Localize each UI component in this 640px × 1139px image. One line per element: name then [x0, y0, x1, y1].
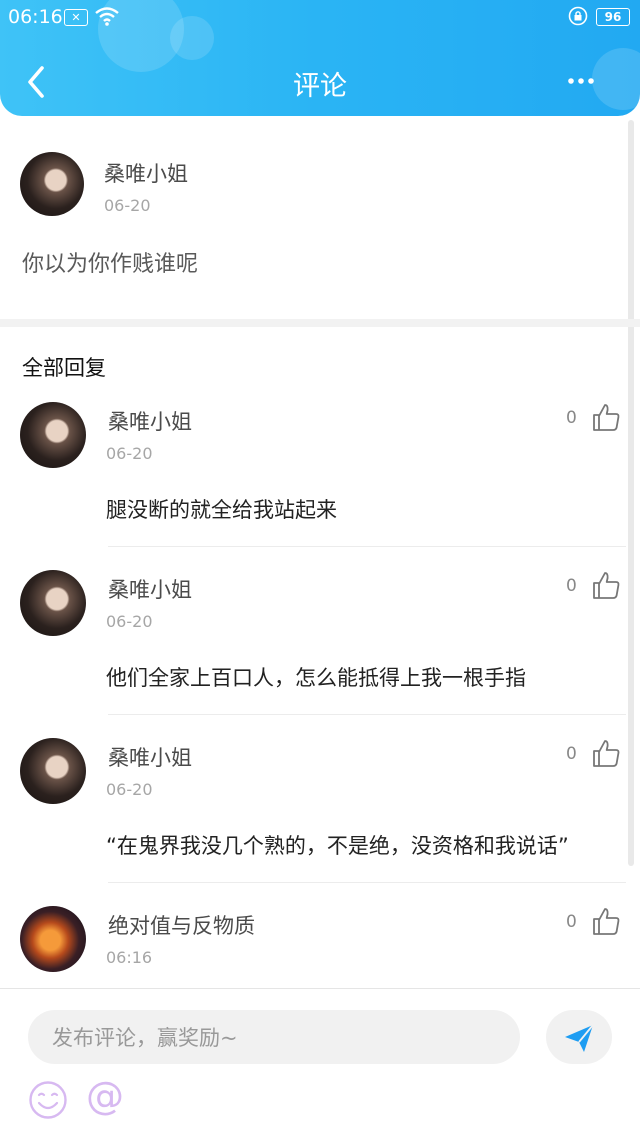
- avatar[interactable]: [20, 402, 86, 468]
- section-divider: [0, 319, 640, 327]
- divider: [108, 546, 626, 547]
- status-bar: 06:16 ✕ 96: [0, 0, 640, 34]
- avatar[interactable]: [20, 152, 84, 216]
- reply-date: 06-20: [106, 612, 153, 631]
- avatar[interactable]: [20, 738, 86, 804]
- comment-author[interactable]: 桑唯小姐: [104, 158, 188, 188]
- avatar[interactable]: [20, 570, 86, 636]
- wifi-icon: [95, 7, 119, 26]
- like-count: 0: [566, 744, 577, 764]
- rotation-lock-icon: [568, 6, 588, 26]
- comment-input[interactable]: [50, 1010, 494, 1066]
- scrollbar[interactable]: [628, 120, 634, 866]
- reply-author[interactable]: 绝对值与反物质: [108, 910, 255, 940]
- comment-text: 你以为你作贱谁呢: [22, 252, 199, 277]
- reply-text: 他们全家上百口人，怎么能抵得上我一根手指: [106, 666, 526, 690]
- comment-date: 06-20: [104, 196, 151, 215]
- send-button[interactable]: [546, 1010, 612, 1064]
- reply-author[interactable]: 桑唯小姐: [108, 742, 192, 772]
- emoji-icon[interactable]: [28, 1080, 68, 1120]
- replies-section-title: 全部回复: [22, 356, 106, 380]
- like-count: 0: [566, 408, 577, 428]
- thumbs-up-icon[interactable]: [590, 905, 622, 937]
- at-icon[interactable]: @: [86, 1074, 124, 1118]
- reply-author[interactable]: 桑唯小姐: [108, 574, 192, 604]
- avatar[interactable]: [20, 906, 86, 972]
- reply-author[interactable]: 桑唯小姐: [108, 406, 192, 436]
- status-time: 06:16: [8, 6, 63, 28]
- like-count: 0: [566, 576, 577, 596]
- reply-text: “在鬼界我没几个熟的，不是绝，没资格和我说话”: [106, 834, 569, 858]
- thumbs-up-icon[interactable]: [590, 401, 622, 433]
- like-count: 0: [566, 912, 577, 932]
- battery-indicator: 96: [596, 8, 630, 26]
- divider: [108, 714, 626, 715]
- notification-icon: ✕: [64, 9, 88, 26]
- reply-date: 06-20: [106, 780, 153, 799]
- more-icon[interactable]: [566, 68, 596, 94]
- thumbs-up-icon[interactable]: [590, 737, 622, 769]
- comment-input-wrapper: [28, 1010, 520, 1066]
- divider: [108, 882, 626, 883]
- thumbs-up-icon[interactable]: [590, 569, 622, 601]
- reply-text: 腿没断的就全给我站起来: [106, 498, 337, 522]
- page-title: 评论: [293, 71, 347, 102]
- reply-date: 06:16: [106, 948, 153, 967]
- send-icon: [565, 1024, 594, 1052]
- reply-date: 06-20: [106, 444, 153, 463]
